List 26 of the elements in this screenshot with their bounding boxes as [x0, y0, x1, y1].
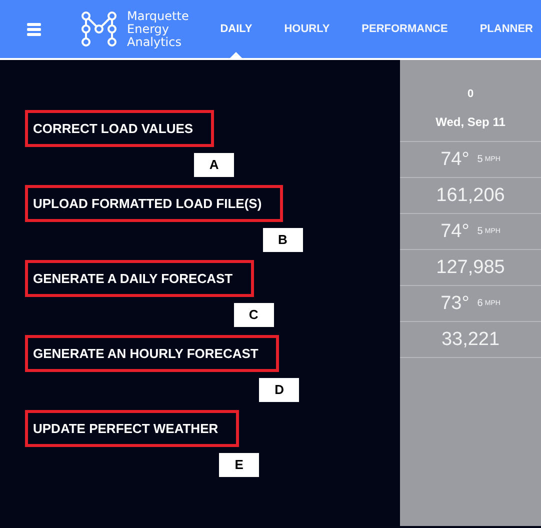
brand-name: Energy: [127, 22, 170, 36]
step-label: E: [219, 453, 260, 477]
action-button[interactable]: UPLOAD FORMATTED LOAD FILE(S): [25, 185, 283, 222]
action-button[interactable]: GENERATE AN HOURLY FORECAST: [25, 335, 280, 372]
action-button[interactable]: UPDATE PERFECT WEATHER: [25, 410, 240, 447]
brand-name: Analytics: [127, 36, 182, 48]
brand-name: Marquette: [127, 10, 189, 22]
wind-speed: 5: [477, 226, 483, 237]
step-label: B: [262, 228, 303, 252]
action-button[interactable]: CORRECT LOAD VALUES: [25, 110, 214, 147]
step-label: D: [259, 378, 300, 402]
load-value: 161,206: [436, 184, 505, 206]
temperature: 74°: [440, 220, 470, 242]
step-label: C: [234, 303, 274, 327]
day-index: 0: [466, 88, 475, 100]
day-date: Wed, Sep 11: [400, 115, 541, 142]
menu-icon[interactable]: [27, 22, 41, 36]
action-button[interactable]: GENERATE A DAILY FORECAST: [25, 260, 254, 297]
load-value: 33,221: [441, 328, 500, 350]
wind-speed: 5: [477, 154, 483, 165]
wind-speed: 6: [477, 298, 483, 309]
step-label: A: [194, 153, 234, 177]
temperature: 74°: [440, 148, 470, 170]
load-value: 127,985: [436, 256, 505, 278]
logo-icon: [81, 11, 117, 47]
temperature: 73°: [440, 292, 470, 314]
